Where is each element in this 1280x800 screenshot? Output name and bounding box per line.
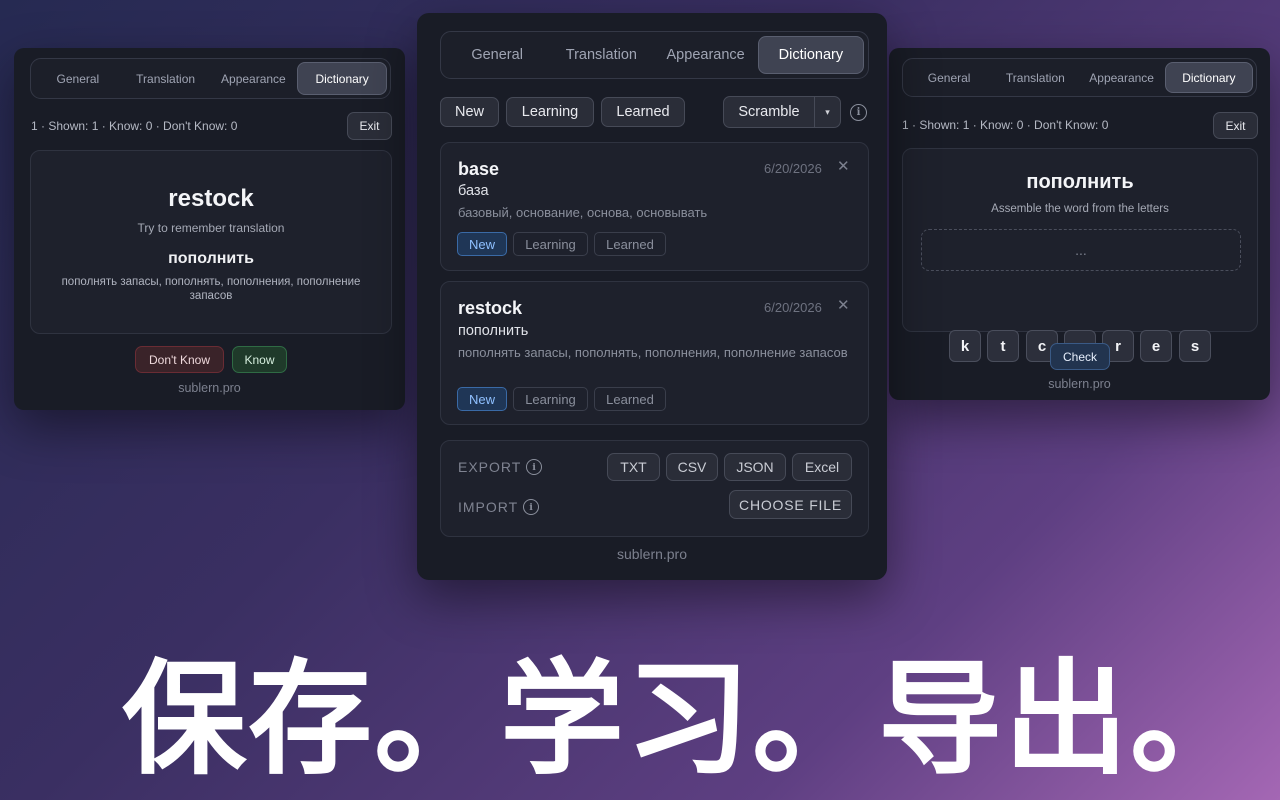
filter-learned-button[interactable]: Learned (601, 97, 685, 127)
entry-translation: база (458, 183, 489, 199)
dont-know-button[interactable]: Don't Know (135, 346, 224, 373)
tab-dictionary[interactable]: Dictionary (297, 62, 387, 95)
flashcard-synonyms: пополнять запасы, пополнять, пополнения,… (61, 276, 361, 302)
tab-translation[interactable]: Translation (992, 62, 1078, 93)
letter-tile[interactable]: k (949, 330, 981, 362)
answer-field[interactable]: ... (921, 229, 1241, 271)
status-learning-chip[interactable]: Learning (513, 232, 588, 256)
promo-caption: 保存。学习。导出。 (122, 648, 1257, 792)
export-txt-button[interactable]: TXT (607, 453, 660, 481)
know-button[interactable]: Know (232, 346, 287, 373)
export-label: EXPORT (458, 459, 522, 475)
entry-date: 6/20/2026 (764, 300, 822, 315)
close-icon[interactable]: ✕ (837, 157, 850, 175)
dictionary-entry: base 6/20/2026 ✕ база базовый, основание… (440, 142, 869, 271)
export-json-button[interactable]: JSON (724, 453, 786, 481)
tab-dictionary[interactable]: Dictionary (757, 36, 864, 74)
tab-appearance[interactable]: Appearance (654, 36, 758, 74)
entry-date: 6/20/2026 (764, 161, 822, 176)
scramble-panel: General Translation Appearance Dictionar… (889, 48, 1270, 400)
scramble-card: пополнить Assemble the word from the let… (902, 148, 1258, 332)
tab-appearance[interactable]: Appearance (210, 62, 298, 95)
entry-translation: пополнить (458, 323, 529, 339)
export-excel-button[interactable]: Excel (792, 453, 852, 481)
letter-tile[interactable]: t (987, 330, 1019, 362)
filter-new-button[interactable]: New (440, 97, 499, 127)
letter-tile[interactable]: e (1140, 330, 1172, 362)
tab-translation[interactable]: Translation (122, 62, 210, 95)
choose-file-button[interactable]: CHOOSE FILE (729, 490, 852, 519)
exit-button[interactable]: Exit (347, 112, 392, 140)
status-learned-chip[interactable]: Learned (594, 387, 666, 411)
scramble-word: пополнить (1026, 171, 1134, 193)
status-new-chip[interactable]: New (457, 387, 507, 411)
entry-word: base (458, 159, 500, 179)
status-new-chip[interactable]: New (457, 232, 507, 256)
status-learning-chip[interactable]: Learning (513, 387, 588, 411)
flashcard-hint: Try to remember translation (137, 221, 285, 235)
check-button[interactable]: Check (1050, 343, 1110, 370)
stats-text: 1 · Shown: 1 · Know: 0 · Don't Know: 0 (31, 119, 238, 133)
tab-general[interactable]: General (445, 36, 549, 74)
chevron-down-icon[interactable]: ▾ (814, 97, 840, 127)
tab-appearance[interactable]: Appearance (1079, 62, 1165, 93)
flashcard-word: restock (168, 185, 254, 212)
tab-bar: General Translation Appearance Dictionar… (902, 58, 1257, 97)
stats-text: 1 · Shown: 1 · Know: 0 · Don't Know: 0 (902, 118, 1109, 132)
tab-general[interactable]: General (906, 62, 992, 93)
export-csv-button[interactable]: CSV (666, 453, 718, 481)
tab-bar: General Translation Appearance Dictionar… (30, 58, 391, 99)
tab-general[interactable]: General (34, 62, 122, 95)
export-import-section: EXPORT i TXT CSV JSON Excel IMPORT i CHO… (440, 440, 869, 537)
info-icon[interactable]: i (523, 499, 539, 515)
status-learned-chip[interactable]: Learned (594, 232, 666, 256)
entry-word: restock (458, 298, 523, 318)
footer-link[interactable]: sublern.pro (417, 546, 887, 562)
info-icon[interactable]: i (850, 104, 867, 121)
mode-select[interactable]: Scramble ▾ (723, 96, 841, 128)
footer-link[interactable]: sublern.pro (14, 381, 405, 395)
tab-translation[interactable]: Translation (549, 36, 653, 74)
flashcard: restock Try to remember translation попо… (30, 150, 392, 334)
scramble-hint: Assemble the word from the letters (991, 203, 1169, 215)
entry-synonyms: базовый, основание, основа, основывать (458, 205, 708, 220)
tab-dictionary[interactable]: Dictionary (1164, 62, 1253, 93)
filter-learning-button[interactable]: Learning (506, 97, 594, 127)
dictionary-entry: restock 6/20/2026 ✕ пополнить пополнять … (440, 281, 869, 425)
letter-tile[interactable]: s (1179, 330, 1211, 362)
close-icon[interactable]: ✕ (837, 296, 850, 314)
mode-label: Scramble (738, 104, 800, 120)
dictionary-panel: General Translation Appearance Dictionar… (417, 13, 887, 580)
exit-button[interactable]: Exit (1213, 112, 1258, 139)
footer-link[interactable]: sublern.pro (889, 377, 1270, 391)
info-icon[interactable]: i (526, 459, 542, 475)
flashcard-translation: пополнить (168, 250, 254, 267)
tab-bar: General Translation Appearance Dictionar… (440, 31, 869, 79)
flashcard-panel: General Translation Appearance Dictionar… (14, 48, 405, 410)
entry-synonyms: пополнять запасы, пополнять, пополнения,… (458, 345, 848, 360)
import-label: IMPORT (458, 499, 519, 515)
